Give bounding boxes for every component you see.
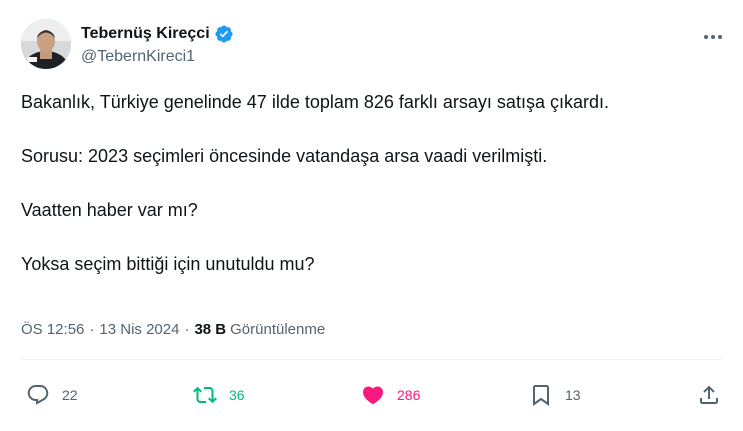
avatar[interactable] — [21, 19, 71, 69]
more-icon[interactable] — [699, 27, 727, 47]
bookmark-count: 13 — [565, 387, 581, 403]
display-name-row: Tebernüş Kireçci — [81, 23, 234, 45]
reply-count: 22 — [62, 387, 78, 403]
views-count[interactable]: 38 B — [194, 321, 226, 338]
bookmark-icon — [533, 385, 549, 406]
retweet-button[interactable]: 36 — [193, 381, 245, 409]
tweet-time[interactable]: ÖS 12:56 — [21, 321, 84, 338]
share-icon — [700, 385, 718, 404]
verified-badge-icon[interactable] — [214, 24, 234, 44]
tweet-line: Bakanlık, Türkiye genelinde 47 ilde topl… — [21, 92, 609, 112]
action-bar: 22 36 286 13 — [21, 381, 727, 409]
more-dot — [718, 35, 722, 39]
heart-icon — [362, 386, 384, 405]
author-names: Tebernüş Kireçci @TebernKireci1 — [81, 23, 234, 66]
author-handle[interactable]: @TebernKireci1 — [81, 48, 234, 66]
tweet-header: Tebernüş Kireçci @TebernKireci1 — [21, 19, 727, 71]
meta-separator: · — [184, 321, 190, 338]
meta-separator: · — [89, 321, 95, 338]
reply-icon — [27, 385, 49, 405]
like-button[interactable]: 286 — [361, 381, 420, 409]
tweet-line: Yoksa seçim bittiği için unutuldu mu? — [21, 254, 315, 274]
tweet-meta: ÖS 12:56 · 13 Nis 2024 · 38 B Görüntülen… — [21, 321, 325, 338]
like-count: 286 — [397, 387, 421, 403]
tweet-date[interactable]: 13 Nis 2024 — [99, 321, 179, 338]
share-button[interactable] — [697, 381, 721, 409]
tweet-line: Sorusu: 2023 seçimleri öncesinde vatanda… — [21, 146, 548, 166]
divider — [21, 359, 722, 360]
views-label[interactable]: Görüntülenme — [230, 321, 325, 338]
reply-button[interactable]: 22 — [26, 381, 78, 409]
more-dot — [704, 35, 708, 39]
more-dot — [711, 35, 715, 39]
tweet-line: Vaatten haber var mı? — [21, 200, 198, 220]
tweet-text: Bakanlık, Türkiye genelinde 47 ilde topl… — [21, 90, 727, 276]
display-name[interactable]: Tebernüş Kireçci — [81, 25, 210, 43]
tweet-card: Tebernüş Kireçci @TebernKireci1 Bakanlık… — [0, 0, 743, 431]
bookmark-button[interactable]: 13 — [529, 381, 581, 409]
retweet-count: 36 — [229, 387, 245, 403]
retweet-icon — [193, 386, 217, 404]
